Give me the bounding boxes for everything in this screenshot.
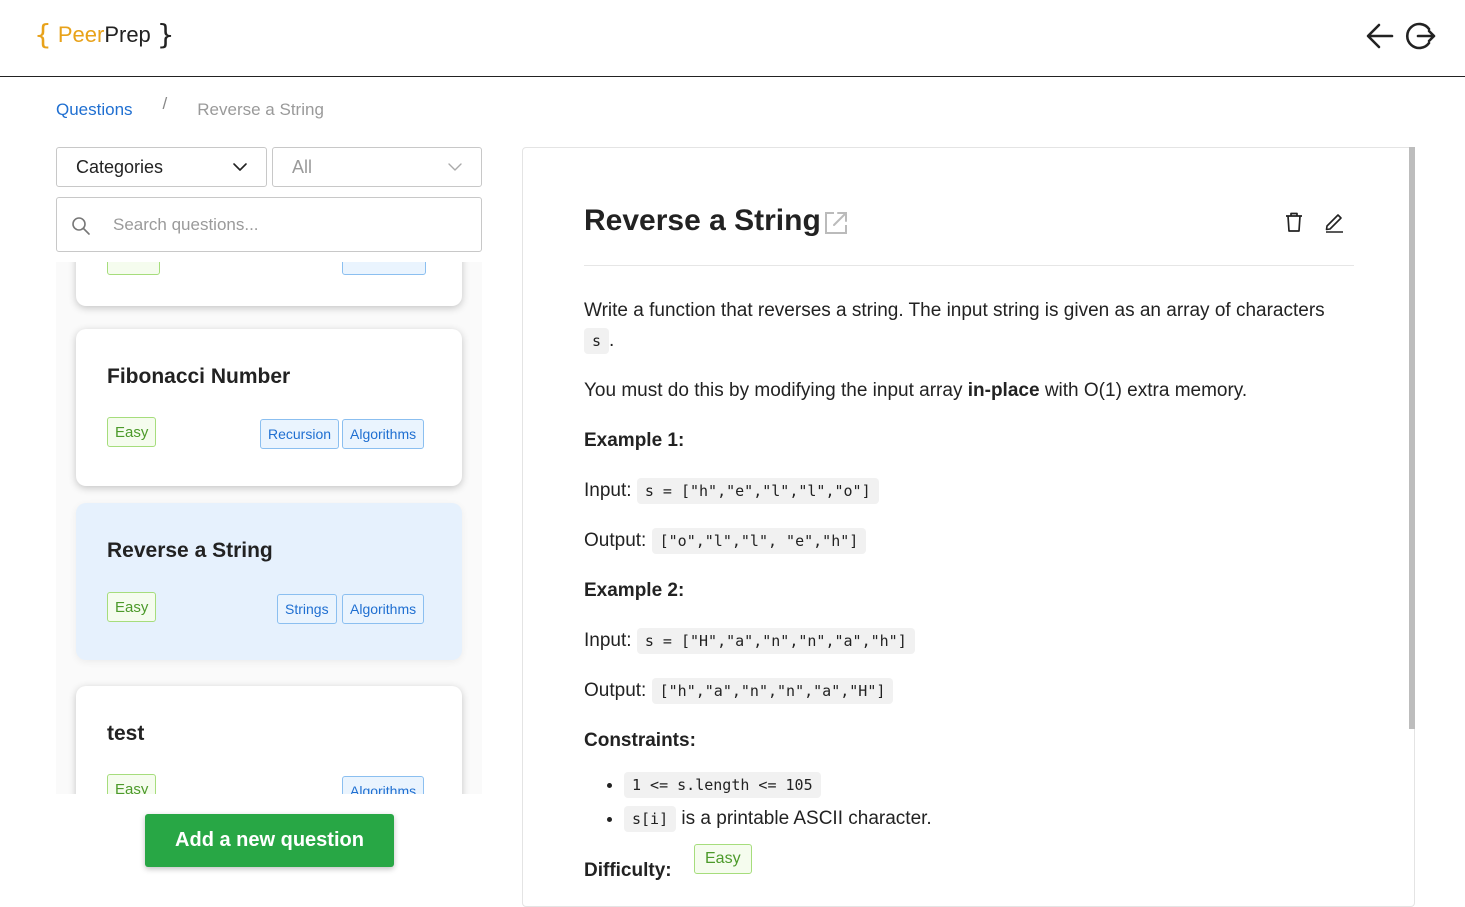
constraint-item: s[i] is a printable ASCII character. [624, 804, 1354, 834]
filter-value-value: All [292, 156, 313, 177]
constraint-text: is a printable ASCII character. [676, 808, 932, 829]
description-text: Write a function that reverses a string.… [584, 300, 1325, 321]
chevron-down-icon [448, 163, 462, 171]
question-list[interactable]: Fibonacci Number Easy Recursion Algorith… [56, 262, 482, 794]
difficulty-badge: Easy [107, 774, 157, 794]
search-input[interactable] [113, 214, 453, 235]
question-card-title: test [107, 722, 145, 745]
category-tag: Algorithms [342, 419, 425, 449]
logout-icon[interactable] [1404, 20, 1436, 52]
breadcrumb-current: Reverse a String [197, 100, 324, 119]
question-description: Write a function that reverses a string.… [584, 296, 1354, 886]
chevron-down-icon [233, 163, 247, 171]
example1-output: Output: ["o","l","l", "e","h"] [584, 526, 1354, 556]
breadcrumb-separator: / [162, 94, 168, 113]
search-box [56, 197, 482, 252]
difficulty-badge: Easy [107, 592, 157, 622]
example2-output: Output: ["h","a","n","n","a","H"] [584, 676, 1354, 706]
output-label: Output: [584, 680, 647, 701]
input-label: Input: [584, 480, 632, 501]
difficulty-label: Difficulty: [584, 860, 672, 881]
description-paragraph: Write a function that reverses a string.… [584, 296, 1354, 356]
input-label: Input: [584, 630, 632, 651]
logo-right-brace: } [156, 18, 175, 51]
description-text: . [609, 330, 615, 351]
category-tag: Strings [277, 594, 337, 624]
external-link-icon[interactable] [823, 210, 849, 236]
breadcrumb-questions-link[interactable]: Questions [56, 100, 133, 120]
difficulty-badge: Easy [107, 417, 157, 447]
example1-heading: Example 1: [584, 430, 685, 451]
edit-pencil-icon[interactable] [1323, 211, 1345, 233]
logo-prep: Prep [104, 21, 151, 47]
question-card-partial[interactable] [76, 262, 462, 306]
inline-code: s [584, 328, 610, 354]
constraints-heading: Constraints: [584, 730, 696, 751]
question-detail-panel: Reverse a String Write a function that r… [522, 147, 1415, 907]
divider [584, 265, 1354, 266]
inline-code: s = ["H","a","n","n","a","h"] [636, 628, 915, 654]
logo[interactable]: { Peer Prep } [34, 18, 175, 51]
difficulty-badge: Easy [694, 844, 752, 874]
question-title: Reverse a String [584, 204, 821, 237]
inline-code: ["h","a","n","n","a","H"] [651, 678, 894, 704]
description-paragraph: You must do this by modifying the input … [584, 376, 1354, 406]
question-card-title: Reverse a String [107, 539, 273, 562]
app-header: { Peer Prep } [0, 0, 1465, 77]
description-text: You must do this by modifying the input … [584, 380, 968, 401]
example1-input: Input: s = ["h","e","l","l","o"] [584, 476, 1354, 506]
inline-code: 1 <= s.length <= 105 [624, 772, 821, 798]
difficulty-row: Difficulty: Easy [584, 844, 1354, 886]
filter-value-select[interactable]: All [272, 147, 482, 187]
category-tag: Algorithms [342, 776, 425, 794]
add-question-button[interactable]: Add a new question [145, 814, 394, 867]
constraint-item: 1 <= s.length <= 105 [624, 770, 1354, 800]
output-label: Output: [584, 530, 647, 551]
category-tag: Algorithms [342, 594, 425, 624]
category-tag [342, 262, 426, 275]
search-icon [72, 217, 90, 235]
logo-peer: Peer [57, 21, 105, 47]
description-bold: in-place [967, 380, 1040, 401]
arrow-left-icon[interactable] [1364, 20, 1396, 52]
difficulty-badge [107, 262, 160, 275]
example2-heading: Example 2: [584, 580, 685, 601]
logo-left-brace: { [34, 18, 52, 51]
inline-code: s[i] [624, 806, 677, 832]
filter-type-select[interactable]: Categories [56, 147, 267, 187]
question-card-title: Fibonacci Number [107, 365, 291, 388]
description-text: with O(1) extra memory. [1039, 380, 1248, 401]
question-card[interactable]: test Easy Algorithms [76, 686, 462, 794]
example2-input: Input: s = ["H","a","n","n","a","h"] [584, 626, 1354, 656]
category-tag: Recursion [260, 419, 340, 449]
question-card-selected[interactable]: Reverse a String Easy Strings Algorithms [76, 503, 462, 660]
inline-code: ["o","l","l", "e","h"] [651, 528, 867, 554]
constraints-list: 1 <= s.length <= 105 s[i] is a printable… [624, 770, 1354, 834]
filter-type-value: Categories [76, 156, 164, 177]
scrollbar-thumb[interactable] [1409, 147, 1415, 729]
breadcrumb: Questions / Reverse a String [56, 94, 324, 120]
inline-code: s = ["h","e","l","l","o"] [636, 478, 879, 504]
trash-icon[interactable] [1283, 211, 1305, 233]
question-card[interactable]: Fibonacci Number Easy Recursion Algorith… [76, 329, 462, 486]
